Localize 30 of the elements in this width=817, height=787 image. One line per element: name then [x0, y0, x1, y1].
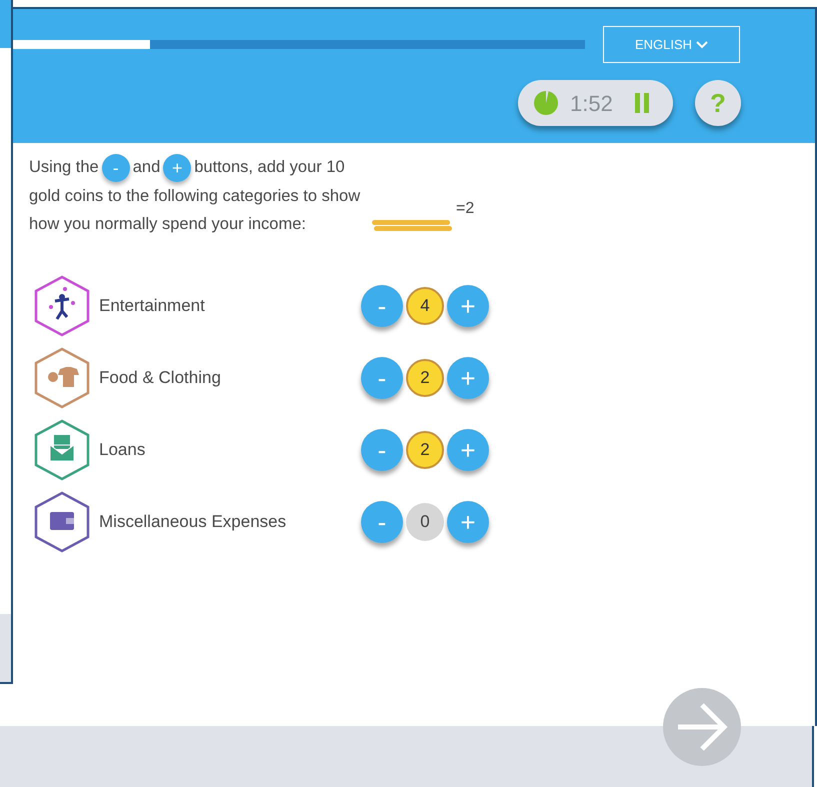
coin-stack-icon	[372, 219, 452, 233]
coin-count: 4	[406, 286, 444, 325]
category-label: Entertainment	[99, 294, 206, 317]
category-label: Miscellaneous Expenses	[99, 510, 288, 533]
instructions-text: Using the - and + buttons, add your 10 gold coins to the following categories to show how you normally spend your income:	[29, 153, 364, 238]
timer-text: 1:52	[570, 90, 613, 118]
background-window-footer	[0, 614, 11, 682]
plus-sample: +	[163, 154, 192, 182]
coin-count: 2	[406, 430, 444, 469]
pie-timer-icon	[534, 91, 558, 115]
plus-button[interactable]: +	[447, 428, 489, 471]
minus-sample: -	[102, 154, 130, 182]
help-button[interactable]: ?	[695, 80, 741, 126]
background-window-header	[0, 0, 11, 48]
minus-button[interactable]: -	[361, 428, 403, 471]
pause-icon[interactable]	[632, 93, 651, 113]
minus-button[interactable]: -	[361, 284, 403, 327]
language-button[interactable]: ENGLISH	[603, 26, 740, 63]
plus-button[interactable]: +	[447, 500, 489, 543]
category-label: Loans	[99, 438, 146, 461]
coin-count: 0	[406, 502, 444, 541]
legend-text: =2	[456, 199, 474, 219]
coin-count: 2	[406, 358, 444, 397]
plus-button[interactable]: +	[447, 284, 489, 327]
arrow-right-icon	[676, 701, 728, 753]
chevron-down-icon	[696, 40, 708, 48]
minus-button[interactable]: -	[361, 356, 403, 399]
category-label: Food & Clothing	[99, 366, 222, 389]
plus-button[interactable]: +	[447, 356, 489, 399]
minus-button[interactable]: -	[361, 500, 403, 543]
